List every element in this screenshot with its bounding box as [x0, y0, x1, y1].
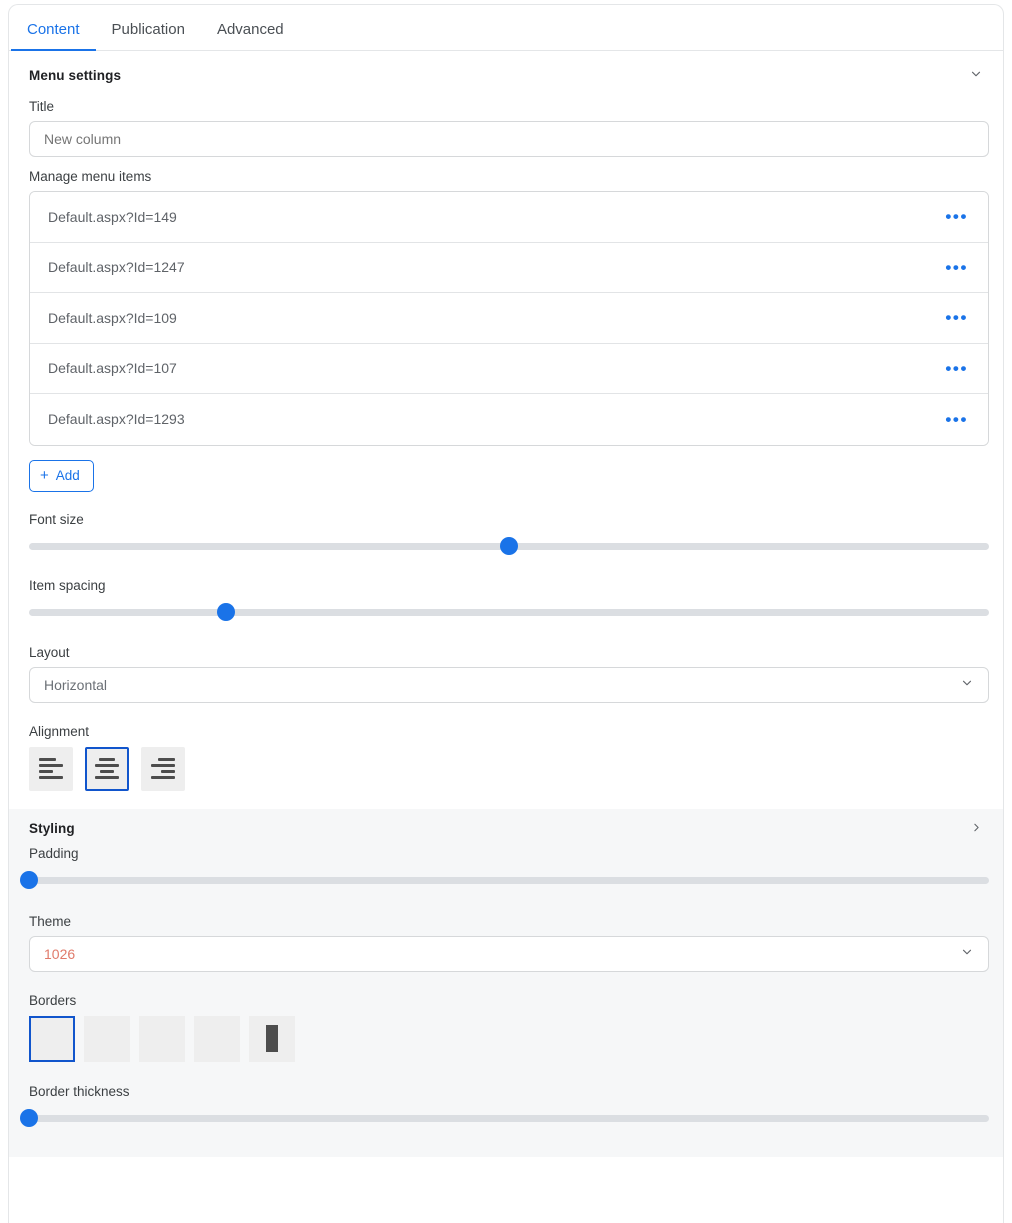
- styling-header[interactable]: Styling: [9, 809, 1003, 840]
- styling-body: Padding Theme 1026 Borders Border thickn…: [9, 846, 1003, 1127]
- border-option-top-bottom[interactable]: [194, 1015, 240, 1062]
- theme-value: 1026: [44, 945, 76, 962]
- border-option-all[interactable]: [249, 1015, 295, 1062]
- chevron-right-icon[interactable]: [970, 821, 983, 836]
- alignment-options: [29, 746, 983, 791]
- font-size-label: Font size: [29, 511, 84, 527]
- item-spacing-label: Item spacing: [29, 577, 106, 593]
- border-option-bottom[interactable]: [139, 1015, 185, 1062]
- tab-bar: Content Publication Advanced: [9, 5, 1003, 51]
- list-item-label: Default.aspx?Id=149: [48, 208, 177, 225]
- ellipsis-icon[interactable]: •••: [939, 204, 974, 229]
- font-size-slider[interactable]: [29, 536, 989, 555]
- slider-track: [29, 1114, 989, 1122]
- tab-publication[interactable]: Publication: [96, 22, 201, 50]
- title-input[interactable]: [29, 121, 989, 157]
- layout-value: Horizontal: [44, 676, 108, 693]
- menu-settings-title: Menu settings: [29, 67, 122, 83]
- slider-track: [29, 876, 989, 884]
- border-option-none[interactable]: [29, 1015, 75, 1062]
- menu-settings-body: Title Manage menu items Default.aspx?Id=…: [9, 99, 1003, 791]
- align-center-icon: [95, 758, 119, 779]
- alignment-label: Alignment: [29, 723, 90, 739]
- styling-title: Styling: [29, 820, 75, 836]
- border-thickness-slider[interactable]: [20, 1108, 989, 1127]
- panel-card: Content Publication Advanced Menu settin…: [8, 4, 1004, 1223]
- theme-select[interactable]: 1026: [29, 935, 989, 972]
- layout-select[interactable]: Horizontal: [29, 666, 989, 703]
- list-item[interactable]: Default.aspx?Id=109 •••: [30, 293, 988, 344]
- align-left-icon: [39, 758, 63, 779]
- slider-thumb[interactable]: [216, 602, 235, 621]
- ellipsis-icon[interactable]: •••: [939, 255, 974, 280]
- chevron-down-icon: [960, 676, 974, 693]
- slider-thumb[interactable]: [20, 1108, 38, 1127]
- menu-items-list: Default.aspx?Id=149 ••• Default.aspx?Id=…: [29, 191, 989, 446]
- slider-thumb[interactable]: [500, 536, 518, 555]
- title-label: Title: [29, 99, 55, 114]
- alignment-option-left[interactable]: [29, 746, 73, 791]
- slider-thumb[interactable]: [20, 870, 38, 889]
- add-button-label: Add: [55, 468, 80, 483]
- styling-section: Styling Padding Theme 1026 Borders Borde…: [9, 808, 1003, 1157]
- align-right-icon: [151, 758, 175, 779]
- plus-icon: +: [40, 467, 49, 484]
- chevron-down-icon[interactable]: [969, 67, 983, 83]
- item-spacing-slider[interactable]: [29, 602, 989, 621]
- list-item-label: Default.aspx?Id=1293: [48, 411, 185, 428]
- borders-label: Borders: [29, 992, 77, 1008]
- list-item-label: Default.aspx?Id=1247: [48, 259, 185, 276]
- list-item[interactable]: Default.aspx?Id=1247 •••: [30, 242, 988, 293]
- padding-label: Padding: [29, 845, 79, 861]
- chevron-down-icon: [960, 945, 974, 962]
- add-button[interactable]: + Add: [29, 459, 94, 492]
- list-item[interactable]: Default.aspx?Id=107 •••: [30, 343, 988, 394]
- alignment-option-center[interactable]: [85, 746, 129, 791]
- list-item-label: Default.aspx?Id=107: [48, 360, 177, 377]
- border-options: [29, 1015, 983, 1062]
- tab-advanced[interactable]: Advanced: [201, 22, 300, 50]
- settings-panel: Content Publication Advanced Menu settin…: [0, 0, 1012, 1223]
- layout-label: Layout: [29, 644, 70, 660]
- list-item[interactable]: Default.aspx?Id=149 •••: [30, 192, 988, 243]
- slider-track: [29, 608, 989, 616]
- alignment-option-right[interactable]: [141, 746, 185, 791]
- border-all-icon: [266, 1025, 278, 1052]
- manage-menu-items-label: Manage menu items: [29, 169, 152, 184]
- list-item[interactable]: Default.aspx?Id=1293 •••: [30, 394, 988, 445]
- border-thickness-label: Border thickness: [29, 1083, 130, 1099]
- tab-content[interactable]: Content: [11, 22, 96, 51]
- ellipsis-icon[interactable]: •••: [939, 356, 974, 381]
- padding-slider[interactable]: [20, 870, 989, 889]
- ellipsis-icon[interactable]: •••: [939, 407, 974, 432]
- list-item-label: Default.aspx?Id=109: [48, 309, 177, 326]
- menu-settings-header[interactable]: Menu settings: [9, 51, 1003, 87]
- theme-label: Theme: [29, 913, 72, 929]
- ellipsis-icon[interactable]: •••: [939, 305, 974, 330]
- border-option-top[interactable]: [84, 1015, 130, 1062]
